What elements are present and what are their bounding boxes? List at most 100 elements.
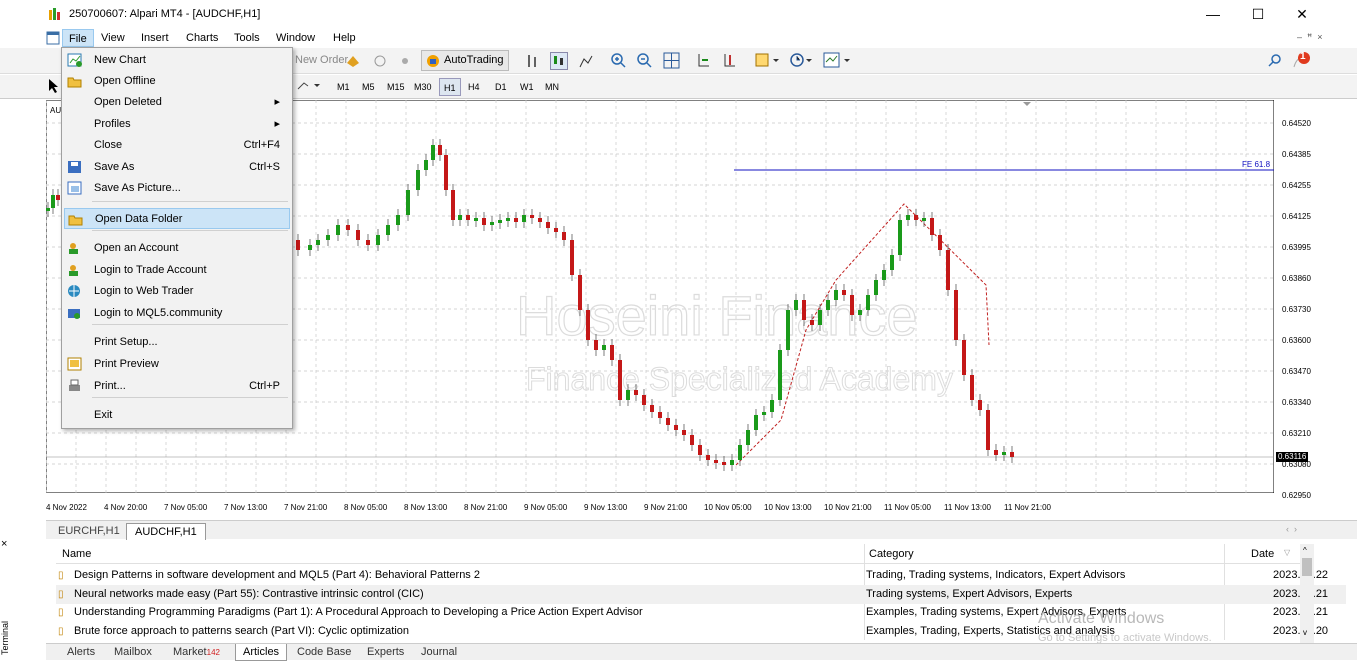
timeframe-m30[interactable]: M30	[410, 78, 436, 96]
chart-tab-audchf[interactable]: AUDCHF,H1	[126, 523, 206, 540]
timeframe-mn[interactable]: MN	[541, 78, 563, 96]
menu-item-label: Open an Account	[94, 242, 179, 254]
templates-icon[interactable]	[823, 52, 851, 68]
article-row[interactable]: ▯ Design Patterns in software development…	[56, 566, 1346, 585]
file-menu-item-login-to-mql5-community[interactable]: Login to MQL5.community	[64, 303, 290, 324]
zoom-out-icon[interactable]	[636, 52, 653, 69]
file-menu-item-login-to-web-trader[interactable]: Login to Web Trader	[64, 281, 290, 302]
menu-help[interactable]: Help	[327, 29, 362, 47]
minimize-button[interactable]: —	[1191, 2, 1235, 28]
menu-bar: File View Insert Charts Tools Window Hel…	[0, 29, 1357, 47]
file-menu-item-open-data-folder[interactable]: Open Data Folder	[64, 208, 290, 229]
maximize-button[interactable]: ☐	[1236, 2, 1280, 28]
time-label: 7 Nov 13:00	[224, 503, 268, 512]
column-header-date[interactable]: Date	[1251, 544, 1274, 564]
menu-item-label: Open Deleted	[94, 96, 162, 108]
auto-scroll-icon[interactable]	[696, 52, 712, 68]
price-label: 0.64385	[1282, 150, 1311, 159]
article-name: Understanding Programming Paradigms (Par…	[74, 606, 643, 618]
menu-item-label: Login to Trade Account	[94, 264, 207, 276]
file-menu-item-profiles[interactable]: Profiles ▸	[64, 114, 290, 135]
new-order-button[interactable]: New Order	[295, 49, 348, 71]
file-menu-item-print-preview[interactable]: Print Preview	[64, 354, 290, 375]
navigator-icon[interactable]	[372, 53, 388, 69]
timeframe-m15[interactable]: M15	[383, 78, 409, 96]
file-menu-item-new-chart[interactable]: New Chart	[64, 50, 290, 71]
tab-alerts[interactable]: Alerts	[60, 644, 102, 661]
tab-journal[interactable]: Journal	[414, 644, 464, 661]
menu-view[interactable]: View	[95, 29, 131, 47]
search-icon[interactable]	[1268, 53, 1282, 67]
timeframe-h1[interactable]: H1	[439, 78, 461, 96]
close-terminal-icon[interactable]: ×	[1, 538, 7, 550]
menu-tools[interactable]: Tools	[228, 29, 266, 47]
activate-windows-title: Activate Windows	[1038, 610, 1165, 627]
file-menu-item-save-as[interactable]: Save As Ctrl+S	[64, 157, 290, 178]
autotrading-button[interactable]: AutoTrading	[421, 50, 509, 71]
timeframe-w1[interactable]: W1	[516, 78, 538, 96]
menu-file[interactable]: File	[62, 29, 94, 47]
time-label: 8 Nov 13:00	[404, 503, 448, 512]
timeframe-m5[interactable]: M5	[358, 78, 379, 96]
column-header-name[interactable]: Name	[62, 544, 91, 564]
app-icon	[49, 8, 60, 20]
scrollbar[interactable]: ^ v	[1300, 544, 1314, 644]
signal-icon[interactable]	[397, 53, 413, 69]
bar-chart-icon[interactable]	[525, 53, 541, 69]
scroll-down-icon[interactable]: v	[1303, 628, 1307, 637]
file-menu-item-save-as-picture[interactable]: Save As Picture...	[64, 178, 290, 199]
tile-windows-icon[interactable]	[663, 52, 680, 69]
tab-market[interactable]: Market142	[166, 644, 227, 661]
menu-item-label: Print Setup...	[94, 336, 158, 348]
file-menu-item-close[interactable]: Close Ctrl+F4	[64, 135, 290, 156]
file-menu-item-open-an-account[interactable]: Open an Account	[64, 238, 290, 259]
menu-item-icon	[68, 215, 83, 226]
menu-window[interactable]: Window	[270, 29, 321, 47]
scroll-up-icon[interactable]: ^	[1303, 546, 1307, 555]
time-label: 7 Nov 05:00	[164, 503, 208, 512]
file-menu-item-open-offline[interactable]: Open Offline	[64, 71, 290, 92]
tab-articles[interactable]: Articles	[235, 644, 288, 661]
line-chart-icon[interactable]	[578, 53, 594, 69]
indicators-icon[interactable]	[755, 52, 779, 68]
tab-codebase[interactable]: Code Base	[290, 644, 358, 661]
file-menu-item-login-to-trade-account[interactable]: Login to Trade Account	[64, 260, 290, 281]
article-row[interactable]: ▯ Neural networks made easy (Part 55): Co…	[56, 584, 1346, 604]
file-menu-item-print-setup[interactable]: Print Setup...	[64, 332, 290, 353]
timeframe-m1[interactable]: M1	[333, 78, 354, 96]
chart-tab-eurchf[interactable]: EURCHF,H1	[50, 523, 128, 540]
cursor-icon[interactable]	[48, 78, 60, 94]
time-label: 8 Nov 05:00	[344, 503, 388, 512]
file-menu-item-exit[interactable]: Exit	[64, 405, 290, 426]
menu-item-icon	[68, 285, 80, 297]
chart-shift-icon[interactable]	[722, 52, 738, 68]
menu-separator	[92, 230, 288, 231]
close-button[interactable]: ✕	[1280, 2, 1324, 28]
terminal-label: Terminal	[0, 620, 11, 656]
autotrading-icon	[427, 55, 439, 67]
time-label: 9 Nov 05:00	[524, 503, 568, 512]
zoom-in-icon[interactable]	[610, 52, 627, 69]
menu-item-label: Save As	[94, 161, 135, 173]
timeframe-h4[interactable]: H4	[464, 78, 484, 96]
tab-mailbox[interactable]: Mailbox	[107, 644, 159, 661]
menu-insert[interactable]: Insert	[135, 29, 175, 47]
window-menu-icon[interactable]	[46, 31, 60, 45]
candlestick-icon[interactable]	[550, 52, 568, 70]
file-menu-item-print[interactable]: Print... Ctrl+P	[64, 376, 290, 397]
file-menu-item-open-deleted[interactable]: Open Deleted ▸	[64, 92, 290, 113]
tab-scroll-arrows[interactable]: ‹ ›	[1286, 524, 1297, 534]
scrollbar-thumb[interactable]	[1302, 558, 1312, 576]
periods-icon[interactable]	[789, 52, 813, 68]
menu-charts[interactable]: Charts	[180, 29, 224, 47]
market-watch-icon[interactable]	[345, 53, 361, 69]
column-header-category[interactable]: Category	[869, 544, 914, 564]
mdi-controls[interactable]: – ꟸ ×	[1297, 32, 1322, 43]
price-label: 0.64520	[1282, 119, 1311, 128]
article-name: Design Patterns in software development …	[74, 569, 480, 581]
drawing-tools-icon[interactable]	[296, 79, 322, 93]
timeframe-d1[interactable]: D1	[491, 78, 511, 96]
price-label: 0.63995	[1282, 243, 1311, 252]
tab-experts[interactable]: Experts	[360, 644, 411, 661]
price-label: 0.63600	[1282, 336, 1311, 345]
